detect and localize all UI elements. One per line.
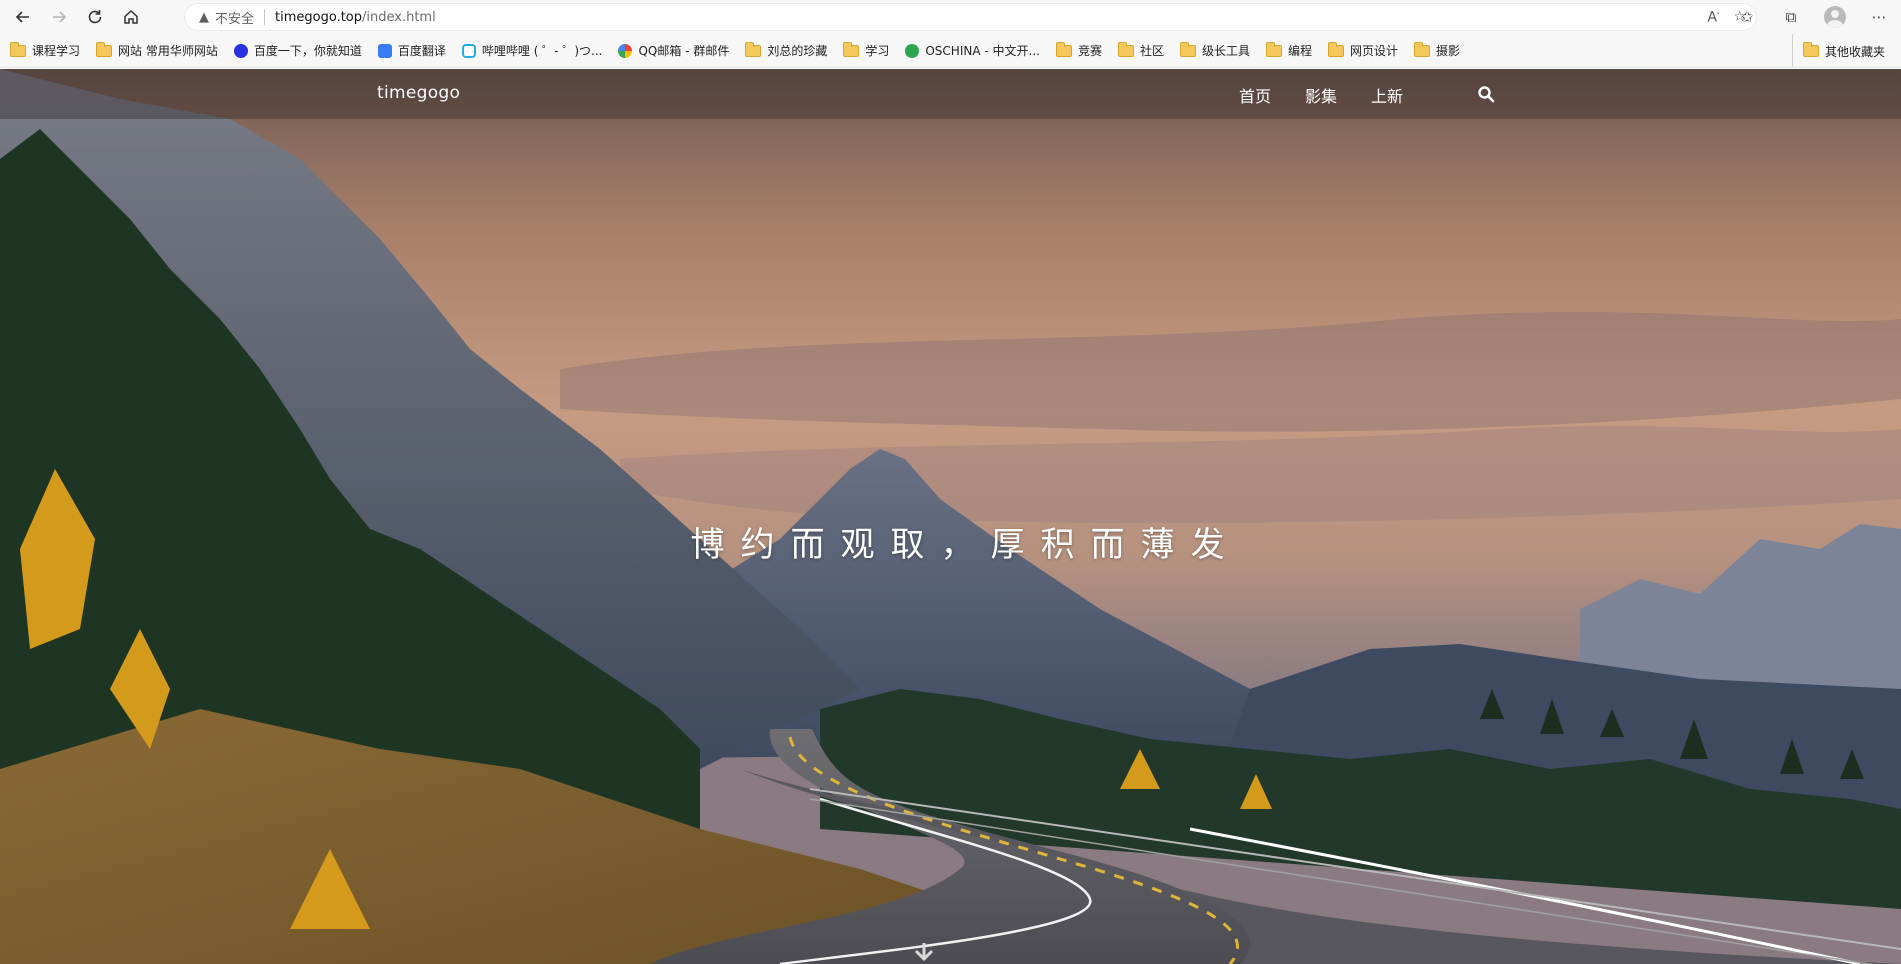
url-path: /index.html xyxy=(362,9,436,25)
security-label: 不安全 xyxy=(215,11,255,27)
bookmark-item[interactable]: 刘总的珍藏 xyxy=(745,41,828,59)
profile-button[interactable] xyxy=(1813,0,1857,34)
reload-button[interactable] xyxy=(77,0,113,34)
favorites-icon[interactable]: ✩ xyxy=(1725,0,1769,34)
arrow-left-icon xyxy=(15,11,29,23)
search-icon[interactable] xyxy=(1477,85,1495,103)
read-aloud-label: A xyxy=(1707,9,1717,26)
forward-button[interactable] xyxy=(41,0,77,34)
folder-icon xyxy=(1117,41,1134,57)
bookmark-label: 摄影 xyxy=(1436,44,1461,58)
browser-toolbar: ▲ 不安全 timegogo.top /index.html Aꞏ ☆ ✩ ⧉ … xyxy=(0,0,1901,34)
folder-icon xyxy=(1414,41,1431,57)
warning-icon: ▲ xyxy=(199,9,209,25)
home-button[interactable] xyxy=(113,0,149,34)
bookmark-item[interactable]: QQ邮箱 - 群邮件 xyxy=(618,42,729,59)
bookmark-item[interactable]: 摄影 xyxy=(1414,41,1461,59)
oschina-icon xyxy=(905,43,920,58)
site-menu: 首页 影集 上新 xyxy=(1239,83,1403,107)
web-page: timegogo 首页 影集 上新 博约而观取，厚积而薄发 xyxy=(0,69,1901,964)
home-icon xyxy=(124,9,138,24)
refresh-icon xyxy=(88,10,102,24)
other-bookmarks[interactable]: 其他收藏夹 xyxy=(1791,34,1885,67)
folder-icon xyxy=(96,41,113,57)
nav-new-link[interactable]: 上新 xyxy=(1371,83,1403,107)
baidu-translate-icon xyxy=(377,43,392,58)
divider xyxy=(264,9,266,25)
folder-icon xyxy=(1328,41,1345,57)
baidu-icon xyxy=(233,43,248,58)
bookmark-item[interactable]: 百度一下，你就知道 xyxy=(233,42,362,59)
bookmark-label: 社区 xyxy=(1139,44,1164,58)
bookmark-item[interactable]: 编程 xyxy=(1266,41,1313,59)
site-brand-link[interactable]: timegogo xyxy=(377,83,460,103)
bookmark-item[interactable]: OSCHINA - 中文开... xyxy=(905,42,1040,59)
nav-home-link[interactable]: 首页 xyxy=(1239,83,1271,107)
bookmark-item[interactable]: 哔哩哔哩 ( ゜- ゜)つ... xyxy=(461,42,603,59)
bookmark-label: 编程 xyxy=(1288,44,1313,58)
bookmark-item[interactable]: 课程学习 xyxy=(10,41,81,59)
bilibili-icon xyxy=(461,43,476,58)
bookmark-label: 百度翻译 xyxy=(397,44,446,58)
bookmark-label: 学习 xyxy=(865,44,890,58)
avatar xyxy=(1824,6,1846,28)
bookmark-label: 哔哩哔哩 ( ゜- ゜)つ... xyxy=(481,44,603,58)
scroll-down-icon[interactable] xyxy=(909,941,939,963)
folder-icon xyxy=(1055,41,1072,57)
folder-icon xyxy=(10,41,26,57)
bookmark-label: QQ邮箱 - 群邮件 xyxy=(638,44,730,58)
bookmark-label: 刘总的珍藏 xyxy=(767,44,828,58)
bookmark-label: 级长工具 xyxy=(1201,44,1250,58)
read-aloud-icon[interactable]: Aꞏ xyxy=(1707,8,1719,26)
folder-icon xyxy=(1802,42,1819,57)
site-navbar: timegogo 首页 影集 上新 xyxy=(0,69,1901,119)
back-button[interactable] xyxy=(5,0,41,34)
hero-slogan: 博约而观取，厚积而薄发 xyxy=(690,525,1241,565)
qqmail-icon xyxy=(618,43,633,58)
bookmark-item[interactable]: 学习 xyxy=(843,41,890,59)
bookmark-label: 网页设计 xyxy=(1350,44,1399,58)
bookmark-item[interactable]: 百度翻译 xyxy=(377,42,446,59)
address-bar[interactable]: ▲ 不安全 timegogo.top /index.html Aꞏ ☆ xyxy=(184,3,1757,31)
folder-icon xyxy=(1266,41,1282,57)
more-menu-icon[interactable]: ⋯ xyxy=(1857,0,1901,34)
bookmark-item[interactable]: 网站 常用华师网站 xyxy=(96,41,218,59)
bookmark-item[interactable]: 级长工具 xyxy=(1179,41,1250,59)
bookmark-item[interactable]: 竞赛 xyxy=(1055,41,1102,59)
bookmark-item[interactable]: 社区 xyxy=(1117,41,1164,59)
arrow-right-icon xyxy=(53,11,67,23)
url-host: timegogo.top xyxy=(275,9,363,25)
bookmark-label: 百度一下，你就知道 xyxy=(253,44,362,58)
bookmark-label: 竞赛 xyxy=(1077,44,1102,58)
bookmark-label: 其他收藏夹 xyxy=(1824,44,1885,59)
nav-albums-link[interactable]: 影集 xyxy=(1305,83,1337,107)
collections-icon[interactable]: ⧉ xyxy=(1769,0,1813,34)
bookmark-label: OSCHINA - 中文开... xyxy=(925,44,1040,58)
folder-icon xyxy=(745,41,762,57)
bookmark-item[interactable]: 网页设计 xyxy=(1328,41,1399,59)
bookmarks-bar: 课程学习 网站 常用华师网站 百度一下，你就知道 百度翻译 哔哩哔哩 ( ゜- … xyxy=(0,34,1901,68)
folder-icon xyxy=(843,41,860,57)
bookmark-label: 课程学习 xyxy=(32,44,81,58)
bookmark-label: 网站 常用华师网站 xyxy=(118,44,218,58)
folder-icon xyxy=(1179,41,1196,57)
